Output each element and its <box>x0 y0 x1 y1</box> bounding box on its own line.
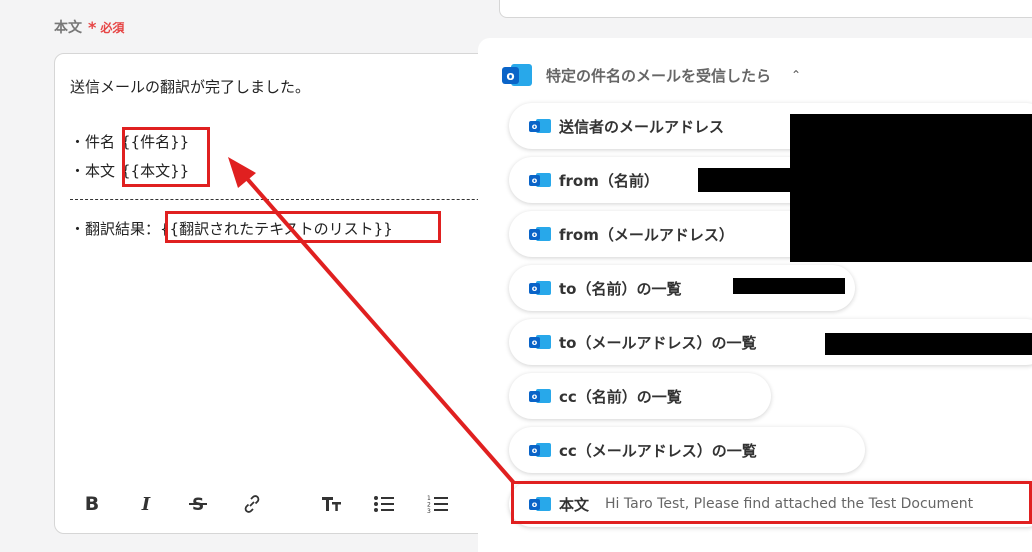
subject-prefix: ・件名 <box>70 133 116 151</box>
text-size-icon[interactable] <box>319 491 345 517</box>
required-asterisk: * <box>88 17 97 37</box>
strikethrough-icon[interactable]: S <box>185 491 211 517</box>
body-editor[interactable]: 送信メールの翻訳が完了しました。 ・件名 {{件名}} ・本文 {{本文}} ・翻訳… <box>54 53 524 534</box>
bullet-list-icon[interactable] <box>371 491 397 517</box>
separator-line <box>70 199 523 200</box>
chip-label: from（メールアドレス） <box>559 225 734 244</box>
editor-line-intro: 送信メールの翻訳が完了しました。 <box>70 78 311 96</box>
editor-toolbar: B I S 123 <box>55 477 523 533</box>
numbered-list-icon[interactable]: 123 <box>425 491 451 517</box>
italic-icon[interactable]: I <box>133 491 159 517</box>
chip-label: to（名前）の一覧 <box>559 279 682 298</box>
outlook-icon: o <box>502 63 532 87</box>
svg-text:3: 3 <box>427 508 431 514</box>
outlook-icon: o <box>529 442 551 458</box>
chevron-up-icon[interactable]: ⌃ <box>791 68 801 82</box>
outlook-icon: o <box>529 280 551 296</box>
outlook-icon: o <box>529 334 551 350</box>
chip-label: cc（メールアドレス）の一覧 <box>559 441 757 460</box>
redaction-block <box>790 114 1032 262</box>
redaction-block <box>698 168 798 192</box>
field-label-text: 本文 <box>54 20 82 36</box>
variable-chip-cc-name-list[interactable]: o cc（名前）の一覧 <box>509 373 771 419</box>
outlook-icon: o <box>529 118 551 134</box>
redaction-block <box>733 278 845 294</box>
required-badge: 必須 <box>100 20 125 35</box>
chip-label: to（メールアドレス）の一覧 <box>559 333 757 352</box>
section-title: 特定の件名のメールを受信したら <box>546 66 772 85</box>
outlook-icon: o <box>529 388 551 404</box>
section-header[interactable]: o 特定の件名のメールを受信したら ⌃ <box>502 58 801 92</box>
link-icon[interactable] <box>239 491 265 517</box>
body-prefix: ・本文 <box>70 162 116 180</box>
highlight-subject-body <box>122 127 210 187</box>
outlook-icon: o <box>529 172 551 188</box>
highlight-result <box>165 211 441 243</box>
chip-label: cc（名前）の一覧 <box>559 387 682 406</box>
field-label: 本文 * 必須 <box>54 17 124 37</box>
variable-chip-cc-address-list[interactable]: o cc（メールアドレス）の一覧 <box>509 427 865 473</box>
top-input-box[interactable] <box>499 0 1032 18</box>
result-prefix: ・翻訳結果： <box>70 220 161 238</box>
chip-label: 送信者のメールアドレス <box>559 117 725 136</box>
redaction-block <box>825 333 1032 355</box>
outlook-icon: o <box>529 226 551 242</box>
highlight-body-chip <box>511 481 1032 524</box>
chip-label: from（名前） <box>559 171 659 190</box>
bold-icon[interactable]: B <box>79 491 105 517</box>
